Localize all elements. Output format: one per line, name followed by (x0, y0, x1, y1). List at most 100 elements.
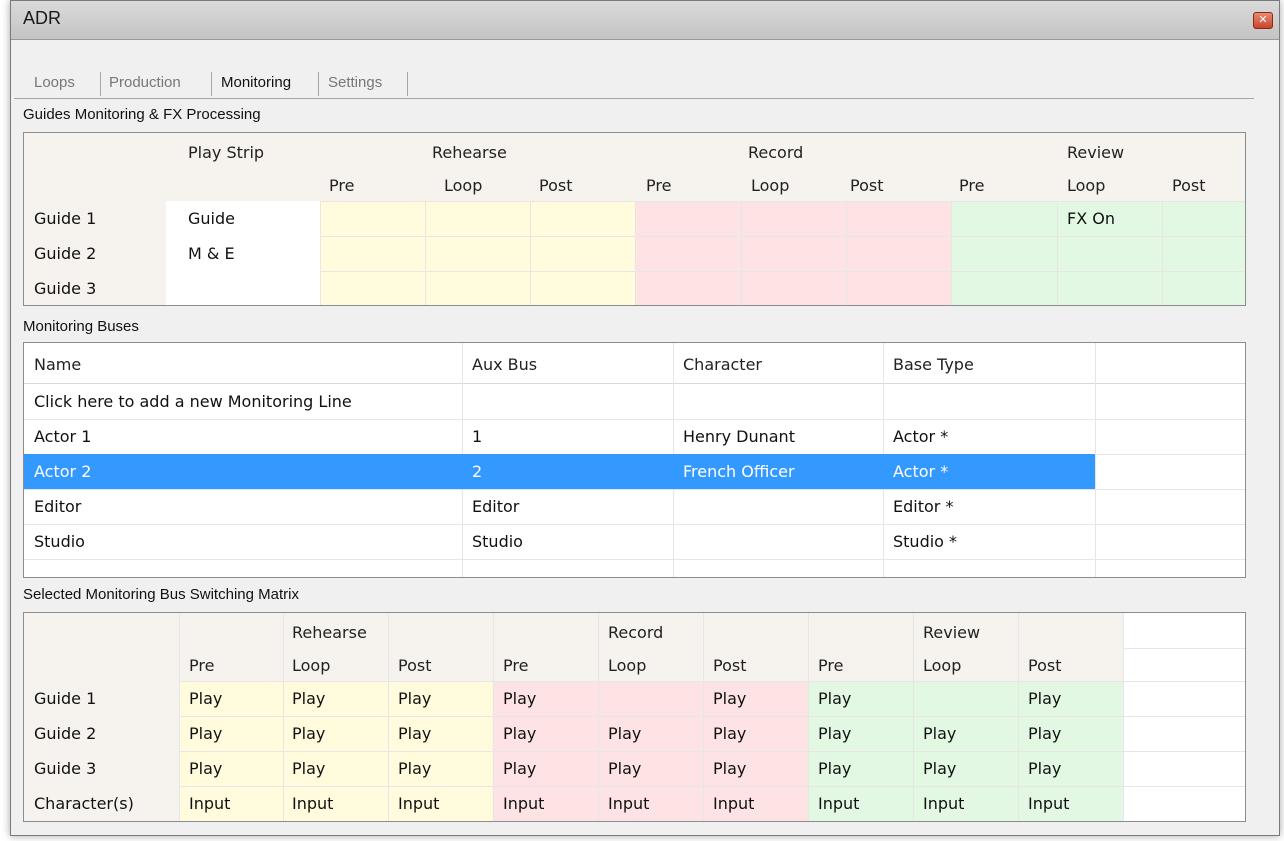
bus-base-type-cell[interactable]: Studio * (893, 532, 957, 551)
matrix-cell[interactable]: Input (292, 794, 333, 813)
group-header: Record (748, 143, 804, 162)
sub-header: Pre (503, 656, 529, 675)
bus-aux-cell[interactable]: 2 (472, 462, 482, 481)
matrix-cell[interactable]: Play (503, 724, 536, 743)
close-icon[interactable]: ✕ (1253, 12, 1273, 29)
grid-line (1018, 613, 1019, 821)
grid-line (179, 786, 1245, 787)
matrix-cell[interactable]: Play (189, 759, 222, 778)
matrix-cell[interactable]: Play (398, 689, 431, 708)
sub-header: Post (1172, 176, 1206, 195)
bus-character-cell[interactable]: Henry Dunant (683, 427, 795, 446)
tab-separator (100, 72, 101, 96)
matrix-cell[interactable]: Play (1028, 724, 1061, 743)
bus-name-cell[interactable]: Studio (34, 532, 85, 551)
matrix-cell[interactable]: Play (713, 689, 746, 708)
bus-base-type-cell[interactable]: Actor * (893, 462, 948, 481)
matrix-cell[interactable]: Play (189, 689, 222, 708)
matrix-cell[interactable]: Play (818, 689, 851, 708)
column-header-aux-bus[interactable]: Aux Bus (472, 355, 537, 374)
matrix-cell[interactable]: Play (1028, 689, 1061, 708)
matrix-cell[interactable]: Play (923, 759, 956, 778)
grid-line (425, 201, 426, 305)
matrix-cell[interactable]: Play (818, 759, 851, 778)
grid-line (951, 201, 952, 305)
matrix-cell[interactable]: Input (713, 794, 754, 813)
group-header: Review (1067, 143, 1125, 162)
matrix-section-label: Selected Monitoring Bus Switching Matrix (23, 586, 299, 603)
matrix-cell[interactable]: Play (1028, 759, 1061, 778)
matrix-cell[interactable]: Input (1028, 794, 1069, 813)
play-strip-cell[interactable]: Guide (188, 209, 235, 228)
matrix-cell[interactable]: Play (923, 724, 956, 743)
bus-base-type-cell[interactable]: Editor * (893, 497, 953, 516)
window-title: ADR (23, 8, 62, 28)
group-header: Rehearse (432, 143, 507, 162)
buses-section-label: Monitoring Buses (23, 318, 139, 335)
sub-header: Pre (189, 656, 215, 675)
tab-settings[interactable]: Settings (328, 74, 382, 91)
group-header: Play Strip (188, 143, 265, 162)
review-loop-cell[interactable]: FX On (1067, 209, 1115, 228)
guides-monitoring-grid[interactable]: Play Strip Rehearse Record Review Pre Loop Pos… (23, 132, 1246, 306)
matrix-cell[interactable]: Play (608, 759, 641, 778)
matrix-cell[interactable]: Play (292, 759, 325, 778)
matrix-cell[interactable]: Play (713, 724, 746, 743)
bus-base-type-cell[interactable]: Actor * (893, 427, 948, 446)
guides-section-label: Guides Monitoring & FX Processing (23, 106, 261, 123)
grid-line (1057, 201, 1058, 305)
bus-aux-cell[interactable]: Editor (472, 497, 519, 516)
matrix-cell[interactable]: Play (189, 724, 222, 743)
matrix-cell[interactable]: Play (292, 724, 325, 743)
matrix-cell[interactable]: Play (503, 689, 536, 708)
bus-name-cell[interactable]: Actor 2 (34, 462, 91, 481)
group-header: Record (608, 623, 664, 642)
matrix-cell[interactable]: Play (713, 759, 746, 778)
bus-name-cell[interactable]: Editor (34, 497, 81, 516)
matrix-cell[interactable]: Play (608, 724, 641, 743)
matrix-cell[interactable]: Input (818, 794, 859, 813)
header-divider (24, 383, 1245, 384)
bus-name-cell[interactable]: Actor 1 (34, 427, 91, 446)
play-strip-cell[interactable]: M & E (188, 244, 235, 263)
grid-line (808, 613, 809, 821)
tab-monitoring[interactable]: Monitoring (221, 74, 291, 91)
sub-header: Pre (818, 656, 844, 675)
guide-row-label: Guide 1 (34, 209, 97, 228)
matrix-cell[interactable]: Play (818, 724, 851, 743)
bus-aux-cell[interactable]: 1 (472, 427, 482, 446)
add-monitoring-line[interactable]: Click here to add a new Monitoring Line (34, 392, 352, 411)
column-header-name[interactable]: Name (34, 355, 81, 374)
matrix-cell[interactable]: Play (503, 759, 536, 778)
matrix-cell[interactable]: Play (398, 759, 431, 778)
monitoring-buses-grid[interactable]: Name Aux Bus Character Base Type Click here … (23, 342, 1246, 578)
matrix-cell[interactable]: Input (923, 794, 964, 813)
title-bar[interactable]: ADR ✕ (11, 1, 1279, 40)
tab-production[interactable]: Production (109, 74, 181, 91)
matrix-row-label: Character(s) (34, 794, 134, 813)
grid-line (320, 236, 1245, 237)
matrix-cell[interactable]: Input (503, 794, 544, 813)
matrix-cell[interactable]: Input (398, 794, 439, 813)
matrix-cell[interactable]: Input (608, 794, 649, 813)
sub-header: Pre (646, 176, 672, 195)
grid-line (913, 613, 914, 821)
grid-line (283, 613, 284, 821)
grid-line (635, 201, 636, 305)
matrix-row-label: Guide 2 (34, 724, 97, 743)
grid-line (846, 201, 847, 305)
bus-aux-cell[interactable]: Studio (472, 532, 523, 551)
switching-matrix-grid[interactable]: Rehearse Record Review Pre Loop Post Pre Loop Po… (23, 612, 1246, 822)
matrix-cell[interactable]: Play (398, 724, 431, 743)
column-header-base-type[interactable]: Base Type (893, 355, 974, 374)
bus-character-cell[interactable]: French Officer (683, 462, 795, 481)
column-header-character[interactable]: Character (683, 355, 762, 374)
tab-separator (318, 72, 319, 96)
group-header: Rehearse (292, 623, 367, 642)
matrix-cell[interactable]: Input (189, 794, 230, 813)
grid-line (1123, 648, 1245, 649)
tab-loops[interactable]: Loops (34, 74, 75, 91)
sub-header: Post (713, 656, 747, 675)
matrix-cell[interactable]: Play (292, 689, 325, 708)
tab-strip-border (14, 98, 1254, 99)
